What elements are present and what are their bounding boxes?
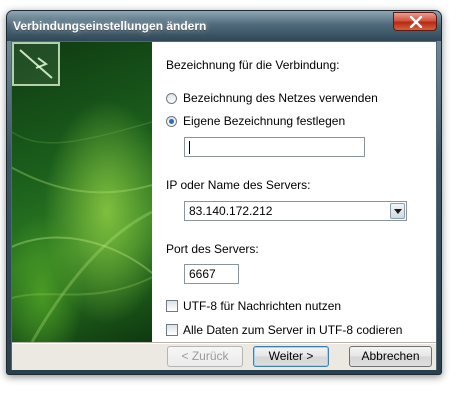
radio-custom-name-label[interactable]: Eigene Bezeichnung festlegen: [183, 114, 345, 128]
banner-swirl-graphic: [12, 121, 152, 342]
button-bar: < Zurück Weiter > Abbrechen: [12, 342, 436, 370]
radio-network-name[interactable]: [166, 93, 177, 104]
server-select[interactable]: 83.140.172.212: [184, 201, 407, 221]
text-caret: [189, 141, 190, 154]
chevron-down-icon[interactable]: [390, 203, 405, 219]
port-label: Port des Servers:: [166, 242, 259, 256]
dialog-body: Bezeichnung für die Verbindung: Bezeichn…: [11, 41, 437, 370]
back-button[interactable]: < Zurück: [167, 346, 243, 367]
utf8-messages-checkbox[interactable]: [166, 300, 178, 312]
footer-divider: [12, 342, 436, 344]
custom-name-input[interactable]: [184, 137, 365, 157]
radio-network-name-label[interactable]: Bezeichnung des Netzes verwenden: [183, 91, 378, 105]
network-connection-icon: [12, 42, 60, 86]
port-value: 6667: [189, 267, 216, 281]
side-banner: [12, 42, 152, 342]
connection-name-label: Bezeichnung für die Verbindung:: [166, 58, 340, 72]
port-input[interactable]: 6667: [184, 264, 239, 284]
cancel-button[interactable]: Abbrechen: [349, 346, 432, 367]
close-icon: [409, 16, 423, 28]
radio-custom-name[interactable]: [166, 116, 177, 127]
utf8-messages-label[interactable]: UTF-8 für Nachrichten nutzen: [183, 299, 341, 313]
utf8-all-checkbox[interactable]: [166, 324, 178, 336]
close-button[interactable]: [393, 12, 437, 31]
form-panel: Bezeichnung für die Verbindung: Bezeichn…: [152, 42, 436, 342]
server-value: 83.140.172.212: [189, 204, 273, 218]
dialog-window: Verbindungseinstellungen ändern Bezeichn…: [6, 10, 442, 375]
next-button[interactable]: Weiter >: [253, 346, 329, 367]
title-bar[interactable]: Verbindungseinstellungen ändern: [7, 11, 441, 41]
server-label: IP oder Name des Servers:: [166, 178, 311, 192]
window-title: Verbindungseinstellungen ändern: [13, 19, 207, 33]
utf8-all-label[interactable]: Alle Daten zum Server in UTF-8 codieren: [183, 323, 402, 337]
